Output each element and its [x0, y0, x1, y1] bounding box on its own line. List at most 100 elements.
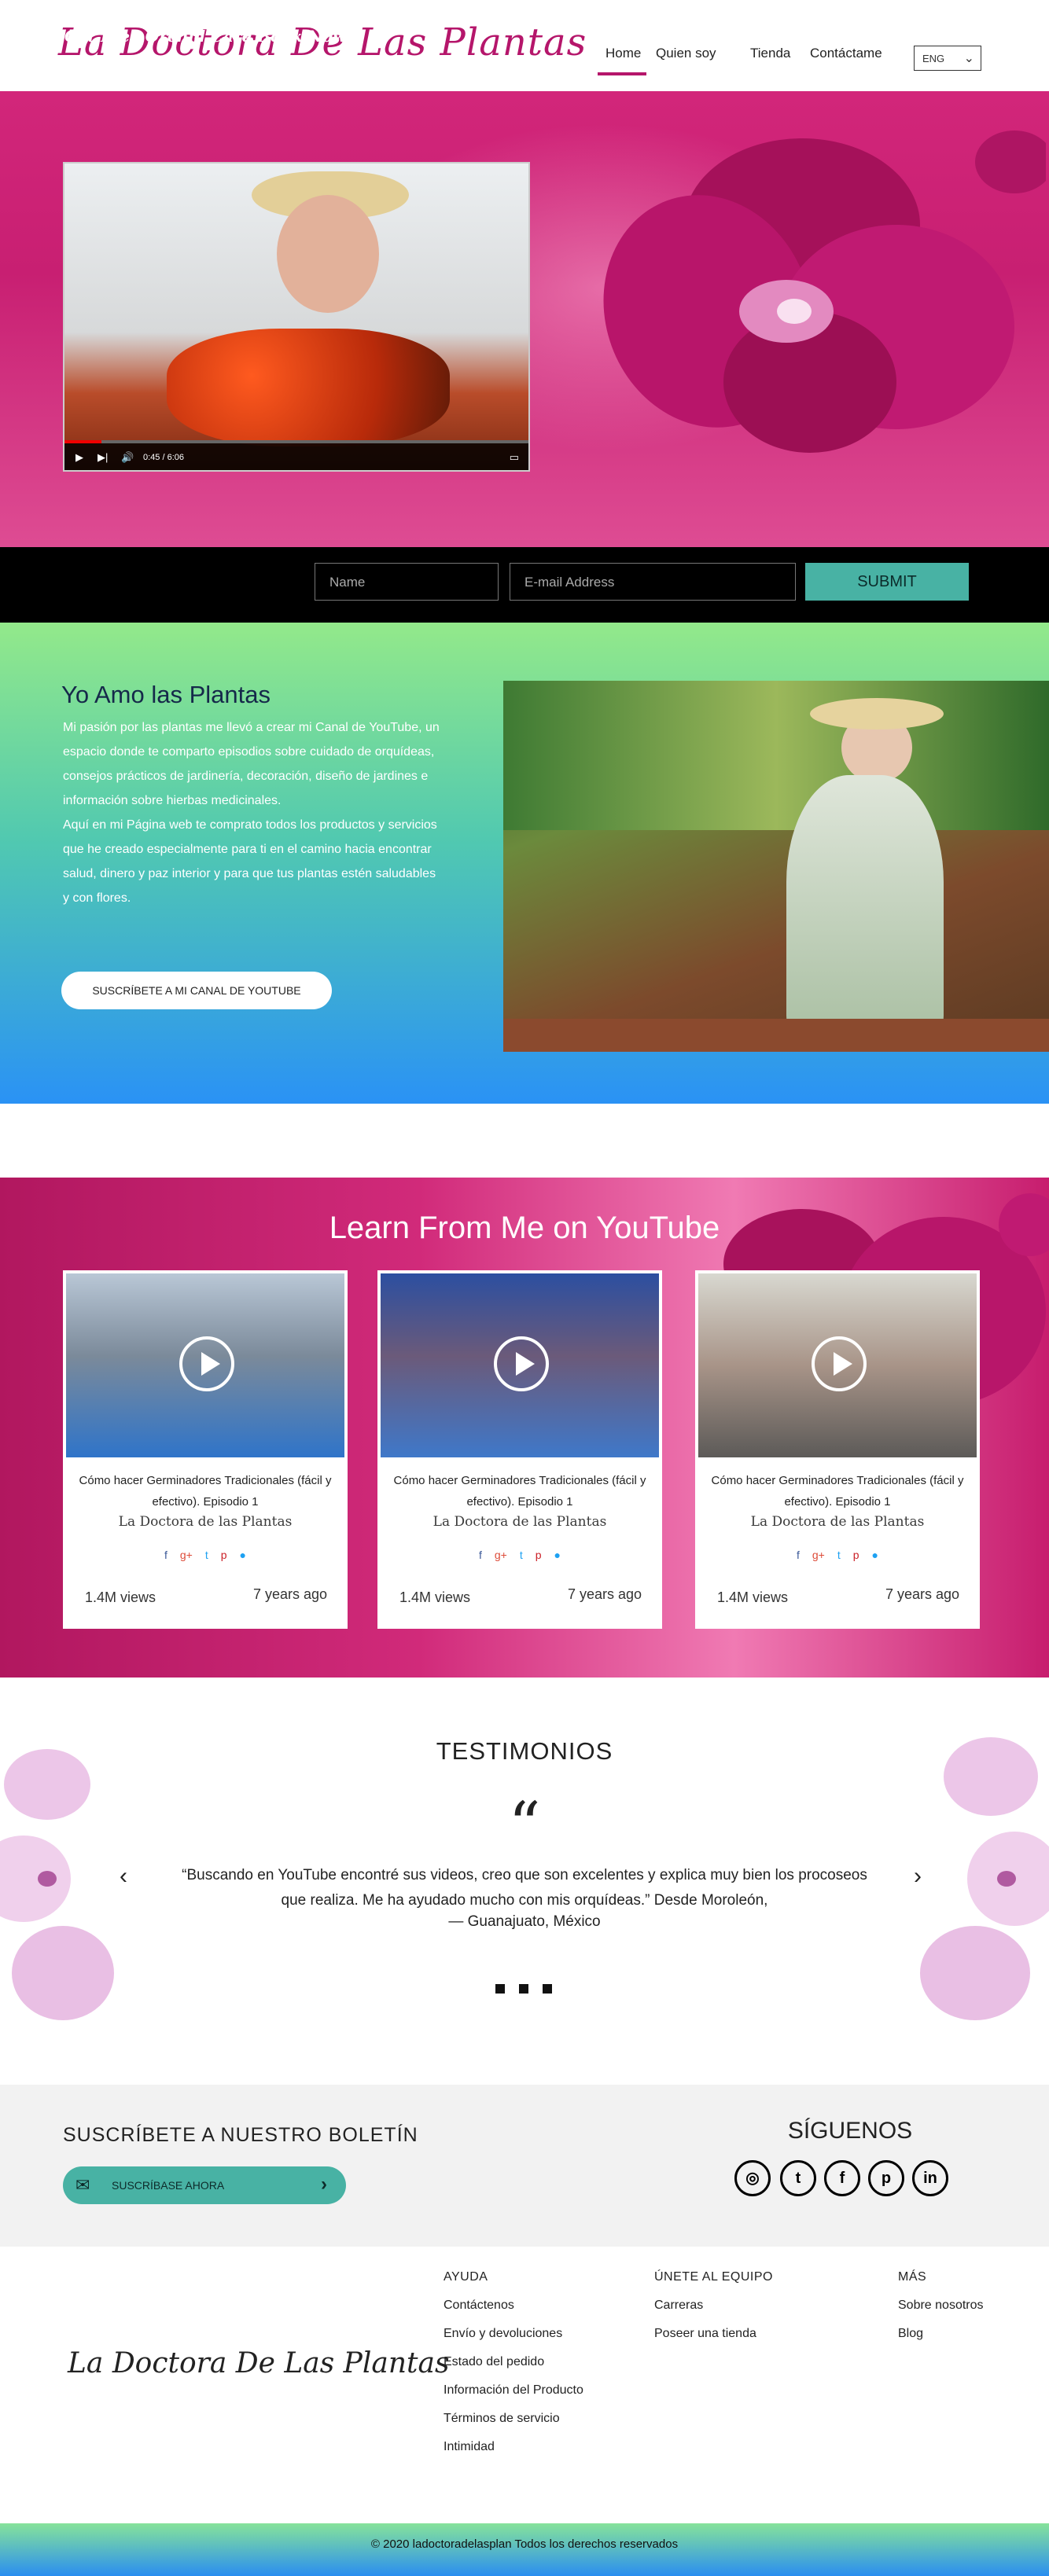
footer-link[interactable]: Blog: [898, 2327, 923, 2341]
footer-link[interactable]: Estado del pedido: [444, 2355, 544, 2369]
testimonial-prev-arrow[interactable]: ‹: [120, 1863, 127, 1890]
share-icons: f g+ t p ●: [63, 1549, 348, 1561]
footer-heading-unete: ÚNETE AL EQUIPO: [654, 2270, 773, 2284]
play-icon[interactable]: ▶: [75, 451, 83, 464]
subscribe-youtube-button[interactable]: SUSCRÍBETE A MI CANAL DE YOUTUBE: [61, 972, 332, 1009]
pinterest-icon[interactable]: p: [868, 2160, 904, 2196]
google-plus-icon[interactable]: g+: [495, 1549, 507, 1561]
video-controls: [64, 443, 528, 470]
twitter-icon[interactable]: t: [837, 1549, 841, 1561]
play-icon[interactable]: [179, 1336, 234, 1391]
video-age: 7 years ago: [252, 1586, 327, 1602]
about-paragraph-1: Mi pasión por las plantas me llevó a cre…: [63, 721, 440, 807]
video-title[interactable]: Cómo hacer Germinadores Tradicionales (f…: [385, 1470, 654, 1512]
facebook-icon[interactable]: f: [479, 1549, 482, 1561]
tumblr-icon[interactable]: ●: [240, 1549, 246, 1561]
twitter-icon[interactable]: t: [205, 1549, 208, 1561]
nav-home[interactable]: Home: [605, 46, 641, 61]
video-views: 1.4M views: [717, 1589, 789, 1605]
video-title[interactable]: Cómo hacer Germinadores Tradicionales (f…: [71, 1470, 340, 1512]
footer-link[interactable]: Envío y devoluciones: [444, 2327, 562, 2341]
video-channel: La Doctora de las Plantas: [118, 1514, 293, 1530]
chevron-down-icon: ⌄: [963, 52, 974, 65]
video-age: 7 years ago: [567, 1586, 642, 1602]
footer-logo[interactable]: La Doctora De Las Plantas: [68, 2347, 449, 2379]
testimonial-author: — Guanajuato, México: [0, 1913, 1049, 1931]
facebook-icon[interactable]: f: [824, 2160, 860, 2196]
about-text: Mi pasión por las plantas me llevó a cre…: [63, 715, 440, 910]
skip-next-icon[interactable]: ▶|: [98, 451, 108, 464]
chevron-right-icon: ›: [321, 2174, 327, 2195]
footer-heading-mas: MÁS: [898, 2270, 927, 2284]
share-icons: f g+ t p ●: [695, 1549, 980, 1561]
video-card[interactable]: Cómo hacer Germinadores Tradicionales (f…: [377, 1270, 662, 1629]
share-icons: f g+ t p ●: [377, 1549, 662, 1561]
footer-link[interactable]: Poseer una tienda: [654, 2327, 756, 2341]
name-input[interactable]: Name: [315, 563, 499, 601]
video-views: 1.4M views: [399, 1589, 471, 1605]
pinterest-icon[interactable]: p: [536, 1549, 542, 1561]
follow-title: SÍGUENOS: [787, 2118, 913, 2144]
youtube-section-title: Learn From Me on YouTube: [329, 1211, 720, 1245]
about-photo: [503, 681, 1049, 1052]
video-time: 0:45 / 6:06: [143, 453, 184, 462]
video-title[interactable]: Cómo hacer Germinadores Tradicionales (f…: [703, 1470, 972, 1512]
copyright-text: © 2020 ladoctoradelasplan Todos los dere…: [370, 2537, 679, 2551]
nav-active-indicator: [598, 72, 646, 75]
captions-icon[interactable]: ▭: [510, 451, 519, 464]
signup-label: Get Free Orchid Care Book Now: [64, 27, 347, 46]
facebook-icon[interactable]: f: [164, 1549, 167, 1561]
language-select[interactable]: ENG ⌄: [914, 46, 981, 71]
tumblr-icon[interactable]: ●: [554, 1549, 561, 1561]
footer-link[interactable]: Contáctenos: [444, 2299, 514, 2313]
nav-tienda[interactable]: Tienda: [750, 46, 790, 61]
em-dash-icon: —: [448, 1913, 468, 1930]
play-icon[interactable]: [494, 1336, 549, 1391]
hero-video-player[interactable]: ▶ ▶| 🔊 0:45 / 6:06 ▭: [63, 162, 530, 472]
footer-link[interactable]: Sobre nosotros: [898, 2299, 984, 2313]
testimonial-next-arrow[interactable]: ›: [914, 1863, 922, 1890]
submit-button[interactable]: SUBMIT: [805, 563, 969, 601]
carousel-dot[interactable]: [519, 1984, 528, 1994]
linkedin-icon[interactable]: in: [912, 2160, 948, 2196]
pinterest-icon[interactable]: p: [853, 1549, 859, 1561]
twitter-icon[interactable]: t: [780, 2160, 816, 2196]
instagram-icon[interactable]: ◎: [734, 2160, 771, 2196]
orchid-right-decoration: [920, 1737, 1049, 2020]
play-icon[interactable]: [812, 1336, 867, 1391]
hero-banner: ▶ ▶| 🔊 0:45 / 6:06 ▭: [0, 91, 1049, 547]
footer-link[interactable]: Información del Producto: [444, 2383, 583, 2398]
volume-icon[interactable]: 🔊: [121, 451, 134, 464]
newsletter-button-label: SUSCRÍBASE AHORA: [112, 2179, 225, 2192]
footer-link[interactable]: Carreras: [654, 2299, 703, 2313]
email-input[interactable]: E-mail Address: [510, 563, 796, 601]
twitter-icon[interactable]: t: [520, 1549, 523, 1561]
nav-contactame[interactable]: Contáctame: [810, 46, 882, 61]
footer-link[interactable]: Intimidad: [444, 2440, 495, 2454]
carousel-dot[interactable]: [495, 1984, 505, 1994]
video-card[interactable]: Cómo hacer Germinadores Tradicionales (f…: [695, 1270, 980, 1629]
footer-heading-ayuda: AYUDA: [444, 2270, 488, 2284]
video-card[interactable]: Cómo hacer Germinadores Tradicionales (f…: [63, 1270, 348, 1629]
testimonials-title: TESTIMONIOS: [436, 1737, 613, 1765]
video-thumbnail[interactable]: [381, 1273, 659, 1457]
about-paragraph-2: Aquí en mi Página web te comprato todos …: [63, 818, 437, 905]
quote-icon: “: [508, 1788, 541, 1861]
video-channel: La Doctora de las Plantas: [750, 1514, 925, 1530]
google-plus-icon[interactable]: g+: [180, 1549, 193, 1561]
nav-quien-soy[interactable]: Quien soy: [656, 46, 716, 61]
orchid-illustration: [603, 130, 1046, 453]
envelope-icon: ✉: [75, 2175, 90, 2195]
testimonial-author-name: Guanajuato, México: [467, 1913, 601, 1930]
footer-link[interactable]: Términos de servicio: [444, 2412, 560, 2426]
language-value: ENG: [922, 53, 945, 64]
google-plus-icon[interactable]: g+: [812, 1549, 825, 1561]
newsletter-title: SUSCRÍBETE A NUESTRO BOLETÍN: [63, 2124, 418, 2146]
carousel-dot[interactable]: [543, 1984, 552, 1994]
facebook-icon[interactable]: f: [797, 1549, 800, 1561]
newsletter-subscribe-button[interactable]: ✉ SUSCRÍBASE AHORA ›: [63, 2166, 346, 2204]
video-thumbnail[interactable]: [66, 1273, 344, 1457]
pinterest-icon[interactable]: p: [221, 1549, 227, 1561]
tumblr-icon[interactable]: ●: [872, 1549, 878, 1561]
video-thumbnail[interactable]: [698, 1273, 977, 1457]
